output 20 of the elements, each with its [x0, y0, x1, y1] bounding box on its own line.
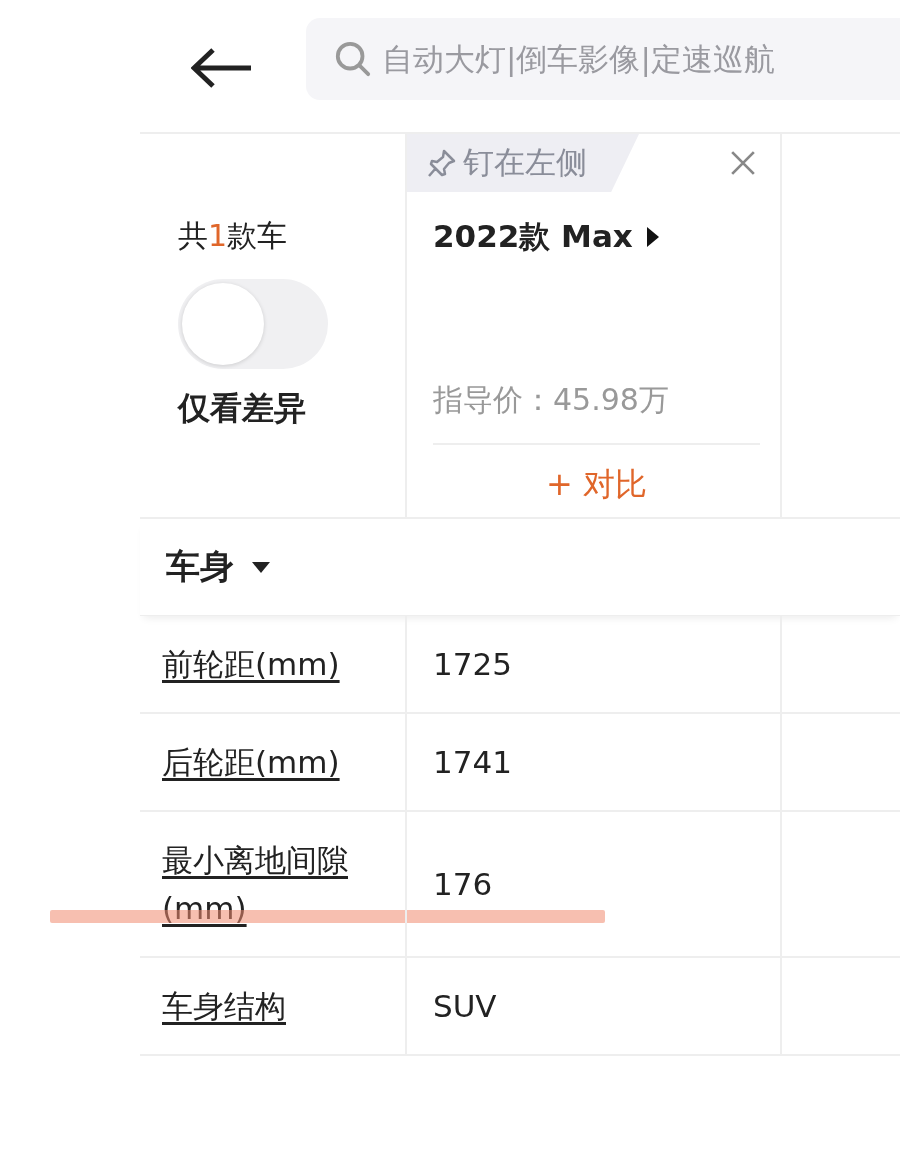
section-title[interactable]: 车身 — [166, 544, 234, 590]
spec-label[interactable]: 前轮距(mm) — [162, 640, 340, 688]
spec-value: 176 — [433, 866, 493, 902]
back-icon[interactable] — [191, 48, 253, 88]
spec-value: SUV — [433, 988, 497, 1024]
spec-label[interactable]: 最小离地间隙(mm) — [162, 836, 391, 932]
search-field[interactable]: 自动大灯|倒车影像|定速巡航 — [382, 41, 862, 77]
play-icon — [646, 227, 659, 247]
spec-label[interactable]: 车身结构 — [162, 982, 286, 1030]
spec-value: 1741 — [433, 744, 512, 780]
car-name[interactable]: 2022款 Max — [433, 216, 633, 258]
search-bar[interactable]: 自动大灯|倒车影像|定速巡航 — [306, 18, 900, 100]
search-icon — [334, 40, 372, 78]
close-icon[interactable] — [730, 150, 756, 176]
pin-icon — [427, 148, 457, 178]
car-count: 共1款车 — [178, 217, 288, 255]
spec-label[interactable]: 后轮距(mm) — [162, 738, 340, 786]
toggle-label: 仅看差异 — [178, 388, 306, 429]
car-price: 指导价：45.98万 — [433, 381, 670, 419]
spec-value: 1725 — [433, 646, 512, 682]
